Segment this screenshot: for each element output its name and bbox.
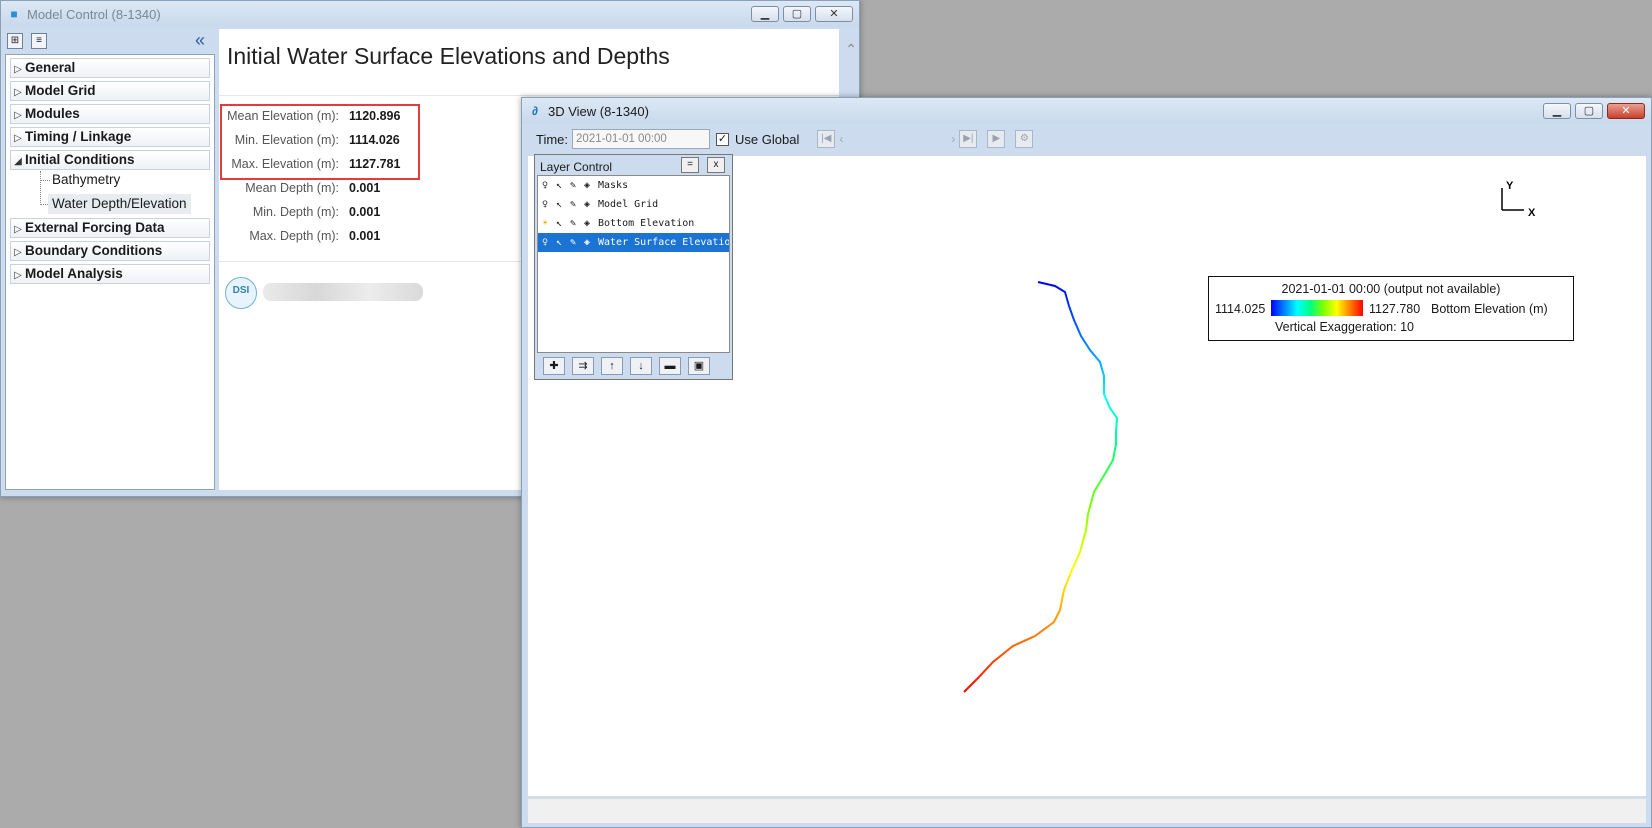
expand-arrow-icon: ▷ xyxy=(14,224,22,235)
pencil-icon[interactable]: ✎ xyxy=(566,176,580,195)
view3d-toolbar: Time: 2021-01-01 00:00 ✓ Use Global |◀ ‹… xyxy=(526,126,1647,152)
layer-properties-icon[interactable]: ⇉ xyxy=(572,357,594,375)
list-icon[interactable]: ≡ xyxy=(31,33,47,49)
axis-y-label: Y xyxy=(1506,180,1514,192)
collapse-arrow-icon: ◢ xyxy=(14,156,22,167)
model-control-titlebar[interactable]: ■ Model Control (8-1340) ▁ ▢ ✕ xyxy=(1,1,859,27)
window-title: 3D View (8-1340) xyxy=(548,103,649,119)
collapse-panel-icon[interactable]: « xyxy=(195,31,205,49)
view3d-app-icon: ∂ xyxy=(532,104,538,118)
expand-arrow-icon: ▷ xyxy=(14,110,22,121)
status-bar xyxy=(528,798,1646,823)
expand-arrow-icon: ▷ xyxy=(14,270,22,281)
open-folder-icon[interactable]: ▬ xyxy=(659,357,681,375)
time-slider[interactable]: ‹ › xyxy=(835,130,959,148)
page-title: Initial Water Surface Elevations and Dep… xyxy=(227,43,670,69)
blurred-text xyxy=(263,283,423,301)
window-title: Model Control (8-1340) xyxy=(27,6,161,22)
tag-icon[interactable]: ◈ xyxy=(580,176,594,195)
chevron-right-icon: › xyxy=(951,132,956,146)
scroll-up-icon[interactable]: ⌃ xyxy=(845,41,857,58)
layer-row-water-surface-elevation[interactable]: ♀ ↖ ✎ ◈ Water Surface Elevation xyxy=(538,233,729,252)
pencil-icon[interactable]: ✎ xyxy=(566,233,580,252)
tree-node-timing-linkage[interactable]: ▷ Timing / Linkage xyxy=(10,127,210,147)
tree-child-water-depth-elevation[interactable]: Water Depth/Elevation xyxy=(48,194,191,214)
expand-arrow-icon: ▷ xyxy=(14,247,22,258)
tree-connector xyxy=(40,171,41,205)
river-centerline xyxy=(963,281,1119,693)
use-global-checkbox[interactable]: ✓ xyxy=(716,132,730,146)
tree-node-boundary-conditions[interactable]: ▷ Boundary Conditions xyxy=(10,241,210,261)
bulb-icon[interactable]: ♀ xyxy=(538,233,552,252)
cube-icon: ■ xyxy=(10,7,18,21)
cursor-icon[interactable]: ↖ xyxy=(552,195,566,214)
pin-button[interactable]: = xyxy=(681,157,699,173)
pencil-icon[interactable]: ✎ xyxy=(566,195,580,214)
minimize-button[interactable]: ▁ xyxy=(751,6,779,22)
gear-icon[interactable]: ⚙ xyxy=(1015,130,1034,148)
layer-control-panel: Layer Control = x ♀ ↖ ✎ ◈ Masks ♀ ↖ ✎ ◈ Model Gr… xyxy=(534,154,733,380)
tree-node-modules[interactable]: ▷ Modules xyxy=(10,104,210,124)
expand-arrow-icon: ▷ xyxy=(14,64,22,75)
legend-title: 2021-01-01 00:00 (output not available) xyxy=(1281,282,1501,296)
maximize-button[interactable]: ▢ xyxy=(1575,103,1603,119)
color-legend: 2021-01-01 00:00 (output not available) … xyxy=(1208,276,1574,341)
cursor-icon[interactable]: ↖ xyxy=(552,214,566,233)
divider xyxy=(219,95,839,96)
legend-max: 1127.780 xyxy=(1369,302,1421,316)
move-down-icon[interactable]: ↓ xyxy=(630,357,652,375)
legend-min: 1114.025 xyxy=(1215,302,1266,316)
use-global-label: Use Global xyxy=(735,131,800,147)
tree-child-bathymetry[interactable]: Bathymetry xyxy=(48,170,124,190)
first-frame-button[interactable]: |◀ xyxy=(817,130,836,148)
dsi-logo: DSI xyxy=(225,277,257,309)
add-layer-icon[interactable]: ✚ xyxy=(543,357,565,375)
bulb-on-icon[interactable]: ☀ xyxy=(538,214,552,233)
cursor-icon[interactable]: ↖ xyxy=(552,233,566,252)
save-icon[interactable]: ▣ xyxy=(688,357,710,375)
tag-icon[interactable]: ◈ xyxy=(580,195,594,214)
colorbar xyxy=(1271,300,1363,316)
view3d-titlebar[interactable]: ∂ 3D View (8-1340) ▁ ▢ ✕ xyxy=(522,98,1651,124)
bulb-icon[interactable]: ♀ xyxy=(538,176,552,195)
move-up-icon[interactable]: ↑ xyxy=(601,357,623,375)
legend-variable: Bottom Elevation (m) xyxy=(1431,302,1548,316)
time-label: Time: xyxy=(536,131,569,147)
axis-x-label: X xyxy=(1528,207,1536,216)
layer-row-bottom-elevation[interactable]: ☀ ↖ ✎ ◈ Bottom Elevation xyxy=(538,214,729,233)
layer-row-masks[interactable]: ♀ ↖ ✎ ◈ Masks xyxy=(538,176,729,195)
view3d-window: ∂ 3D View (8-1340) ▁ ▢ ✕ Time: 2021-01-0… xyxy=(521,97,1652,828)
close-button[interactable]: ✕ xyxy=(1607,103,1645,119)
play-button[interactable]: ▶ xyxy=(987,130,1006,148)
tree-node-external-forcing[interactable]: ▷ External Forcing Data xyxy=(10,218,210,238)
layer-control-title: Layer Control xyxy=(540,160,613,174)
expand-arrow-icon: ▷ xyxy=(14,133,22,144)
tag-icon[interactable]: ◈ xyxy=(580,233,594,252)
tree-node-model-grid[interactable]: ▷ Model Grid xyxy=(10,81,210,101)
last-frame-button[interactable]: ▶| xyxy=(959,130,978,148)
cursor-icon[interactable]: ↖ xyxy=(552,176,566,195)
layer-row-model-grid[interactable]: ♀ ↖ ✎ ◈ Model Grid xyxy=(538,195,729,214)
pencil-icon[interactable]: ✎ xyxy=(566,214,580,233)
bulb-icon[interactable]: ♀ xyxy=(538,195,552,214)
maximize-button[interactable]: ▢ xyxy=(783,6,811,22)
close-button[interactable]: ✕ xyxy=(815,6,853,22)
minimize-button[interactable]: ▁ xyxy=(1543,103,1571,119)
time-input[interactable]: 2021-01-01 00:00 xyxy=(572,129,711,149)
layer-list: ♀ ↖ ✎ ◈ Masks ♀ ↖ ✎ ◈ Model Grid ☀ ↖ ✎ ◈ Bottom Elev… xyxy=(537,175,730,353)
tree-node-model-analysis[interactable]: ▷ Model Analysis xyxy=(10,264,210,284)
expand-arrow-icon: ▷ xyxy=(14,87,22,98)
axis-triad: Y X xyxy=(1501,180,1536,216)
layer-control-footer: ✚ ⇉ ↑ ↓ ▬ ▣ xyxy=(537,355,730,377)
model-tree: ▷ General ▷ Model Grid ▷ Modules ▷ Timing / … xyxy=(5,54,215,490)
tree-node-initial-conditions[interactable]: ◢ Initial Conditions xyxy=(10,150,210,170)
expand-all-icon[interactable]: ⊞ xyxy=(7,33,23,49)
chevron-left-icon: ‹ xyxy=(839,132,844,146)
close-layer-panel-button[interactable]: x xyxy=(707,157,725,173)
legend-exaggeration: Vertical Exaggeration: 10 xyxy=(1275,320,1414,334)
tag-icon[interactable]: ◈ xyxy=(580,214,594,233)
tree-node-general[interactable]: ▷ General xyxy=(10,58,210,78)
